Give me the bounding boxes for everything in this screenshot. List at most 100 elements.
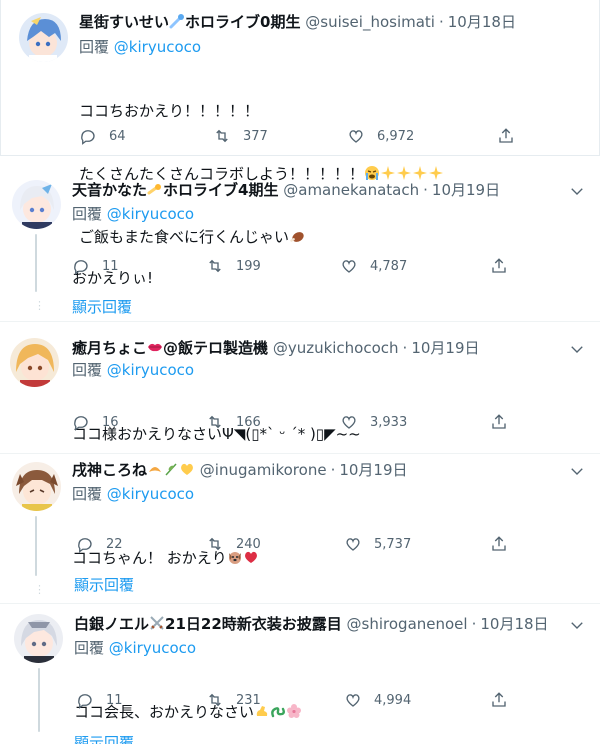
show-replies-link[interactable]: 顯示回覆	[74, 574, 134, 595]
like-button[interactable]: 4,787	[340, 256, 407, 276]
share-button[interactable]	[490, 257, 508, 279]
yellow-heart-emoji-icon	[179, 461, 195, 477]
reply-count: 22	[106, 536, 123, 552]
like-button[interactable]: 4,994	[344, 690, 411, 710]
tweet-time[interactable]: 10月19日	[432, 181, 500, 199]
more-icon[interactable]	[568, 616, 586, 634]
reply-prefix: 回覆	[72, 205, 103, 223]
thread-dots: ⋮	[34, 299, 45, 312]
reply-mention[interactable]: @kiryucoco	[107, 361, 194, 379]
tweet-4[interactable]: 白銀ノエル 21日22時新衣装お披露目 @shiroganenoel · 10月18日…	[0, 604, 600, 744]
avatar-kanata[interactable]	[12, 180, 61, 229]
retweet-icon	[209, 259, 221, 273]
like-count: 5,737	[374, 536, 412, 552]
croissant-emoji-icon	[147, 461, 163, 477]
more-icon[interactable]	[568, 182, 586, 200]
author-name-suffix[interactable]: ホロライブ4期生	[163, 181, 278, 199]
tweet-2[interactable]: 癒月ちょこ @飯テロ製造機 @yuzukichococh · 10月19日 回覆 @k…	[0, 330, 600, 454]
author-name[interactable]: 星街すいせい	[79, 13, 169, 31]
crossed-swords-emoji-icon	[149, 615, 165, 631]
avatar-suisei-image	[19, 13, 68, 62]
reply-button[interactable]: 11	[76, 690, 123, 710]
tweet-1[interactable]: ⋮ 天音かなた ホロライブ4期生 @amanekanatach · 10月19日 回覆…	[0, 172, 600, 322]
more-icon[interactable]	[568, 462, 586, 480]
author-handle[interactable]: @suisei_hosimati	[305, 13, 435, 31]
author-name-suffix[interactable]: ホロライブ0期生	[185, 13, 300, 31]
avatar-choco[interactable]	[10, 338, 59, 387]
show-replies-link[interactable]: 顯示回覆	[72, 296, 132, 317]
avatar-noel[interactable]	[14, 614, 63, 663]
separator: ·	[438, 13, 444, 31]
herb-emoji-icon	[163, 461, 179, 477]
retweet-button[interactable]: 231	[206, 690, 261, 710]
heart-icon	[342, 416, 356, 429]
share-button[interactable]	[490, 691, 508, 713]
retweet-button[interactable]: 377	[213, 126, 268, 146]
like-button[interactable]: 5,737	[344, 534, 411, 554]
more-icon[interactable]	[568, 340, 586, 358]
reply-button[interactable]: 16	[72, 412, 119, 432]
share-button[interactable]	[490, 413, 508, 435]
author-handle[interactable]: @yuzukichococh	[273, 339, 399, 357]
retweet-button[interactable]: 240	[206, 534, 261, 554]
comet-emoji-icon	[147, 181, 163, 197]
reply-count: 11	[102, 258, 119, 274]
heart-icon	[346, 538, 360, 551]
reply-icon	[78, 538, 92, 553]
separator: ·	[423, 181, 428, 199]
thread-line	[35, 516, 37, 576]
separator: ·	[471, 615, 477, 633]
retweet-count: 199	[236, 258, 261, 274]
author-name-suffix[interactable]: 21日22時新衣装お披露目	[165, 615, 342, 633]
reply-mention[interactable]: @kiryucoco	[107, 485, 194, 503]
author-name[interactable]: 天音かなた	[72, 181, 147, 199]
avatar-choco-image	[10, 338, 59, 387]
author-handle[interactable]: @inugamikorone	[200, 461, 327, 479]
author-name[interactable]: 癒月ちょこ	[72, 339, 147, 357]
author-handle[interactable]: @shiroganenoel	[347, 615, 468, 633]
reply-button[interactable]: 22	[76, 534, 123, 554]
reply-count: 11	[106, 692, 123, 708]
share-button[interactable]	[490, 535, 508, 557]
tweet-time[interactable]: 10月19日	[411, 339, 479, 357]
reply-button[interactable]: 64	[79, 126, 126, 146]
author-name[interactable]: 白銀ノエル	[74, 615, 149, 633]
comet-emoji-icon	[169, 13, 185, 29]
tweet-time[interactable]: 10月18日	[448, 13, 516, 31]
avatar-korone[interactable]	[12, 462, 61, 511]
tweet-text: ココちゃん！ おかえり	[72, 506, 259, 611]
separator: ·	[330, 461, 336, 479]
reply-mention[interactable]: @kiryucoco	[107, 205, 194, 223]
heart-icon	[346, 694, 360, 707]
like-button[interactable]: 3,933	[340, 412, 407, 432]
avatar-suisei[interactable]	[19, 13, 68, 62]
tweet-time[interactable]: 10月19日	[339, 461, 407, 479]
tweet-actions: 64 377 6,972	[79, 126, 519, 146]
show-replies-link[interactable]: 顯示回覆	[74, 732, 134, 744]
retweet-icon	[209, 693, 221, 707]
tweet-0[interactable]: 星街すいせい ホロライブ0期生 @suisei_hosimati · 10月18日 回…	[0, 0, 600, 246]
share-icon	[492, 258, 506, 273]
author-name[interactable]: 戌神ころね	[72, 461, 147, 479]
reply-mention[interactable]: @kiryucoco	[114, 38, 201, 56]
reply-prefix: 回覆	[72, 485, 103, 503]
like-button[interactable]: 6,972	[347, 126, 414, 146]
author-handle[interactable]: @amanekanatach	[283, 181, 419, 199]
tweet-3[interactable]: ⋮ 戌神ころね @inugamikorone · 10月19日 回覆 @kiryuc…	[0, 454, 600, 604]
reply-button[interactable]: 11	[72, 256, 119, 276]
retweet-count: 240	[236, 536, 261, 552]
retweet-count: 166	[236, 414, 261, 430]
avatar-noel-image	[14, 614, 63, 663]
retweet-icon	[209, 537, 221, 551]
thread-line	[38, 668, 40, 732]
reply-mention[interactable]: @kiryucoco	[109, 639, 196, 657]
retweet-button[interactable]: 199	[206, 256, 261, 276]
retweet-icon	[216, 129, 228, 143]
retweet-button[interactable]: 166	[206, 412, 261, 432]
reply-icon	[78, 694, 92, 709]
share-button[interactable]	[497, 127, 515, 149]
tweet-time[interactable]: 10月18日	[480, 615, 548, 633]
share-icon	[492, 536, 506, 551]
author-name-suffix[interactable]: @飯テロ製造機	[163, 339, 268, 357]
share-icon	[492, 692, 506, 707]
